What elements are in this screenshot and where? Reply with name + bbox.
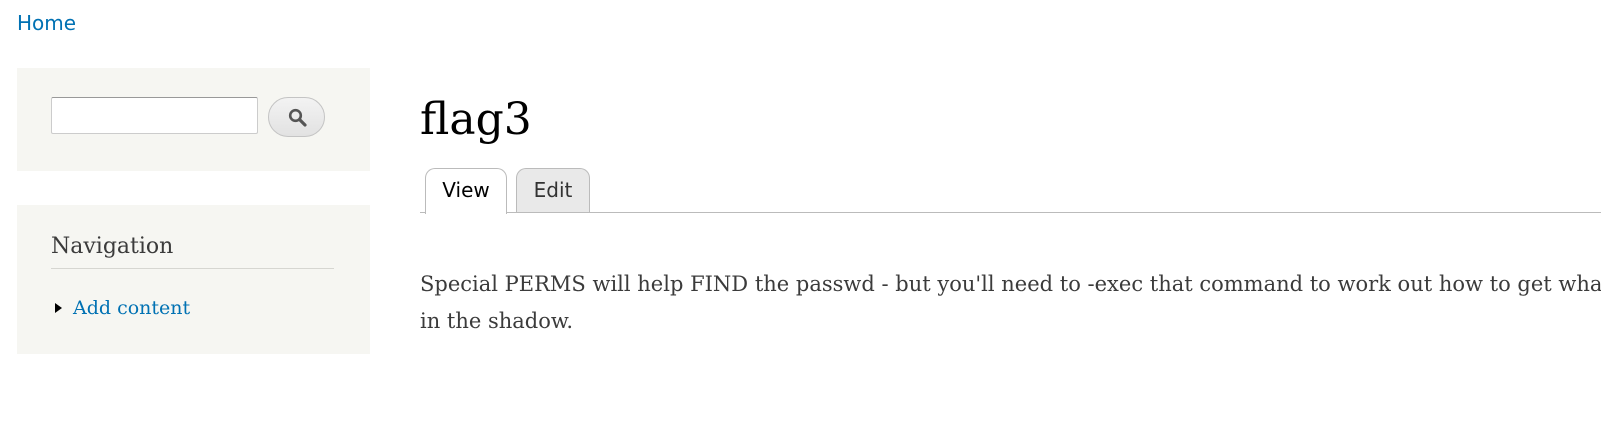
page-title: flag3 <box>420 94 532 145</box>
add-content-link[interactable]: Add content <box>73 296 190 320</box>
body-text-line-1: Special PERMS will help FIND the passwd … <box>420 272 1601 296</box>
search-button[interactable] <box>268 97 325 137</box>
search-icon <box>288 108 307 127</box>
search-input[interactable] <box>51 97 258 134</box>
body-text-line-2: in the shadow. <box>420 309 574 333</box>
node-body: Special PERMS will help FIND the passwd … <box>420 266 1601 340</box>
nav-item-add-content: Add content <box>55 296 190 320</box>
search-block <box>17 68 370 171</box>
tabs-divider <box>420 212 1601 213</box>
navigation-block: Navigation Add content <box>17 205 370 354</box>
tab-edit[interactable]: Edit <box>516 168 590 212</box>
breadcrumb-home-link[interactable]: Home <box>17 10 76 36</box>
tab-view[interactable]: View <box>425 168 507 214</box>
collapsed-triangle-icon <box>55 303 62 313</box>
navigation-title: Navigation <box>51 233 334 269</box>
